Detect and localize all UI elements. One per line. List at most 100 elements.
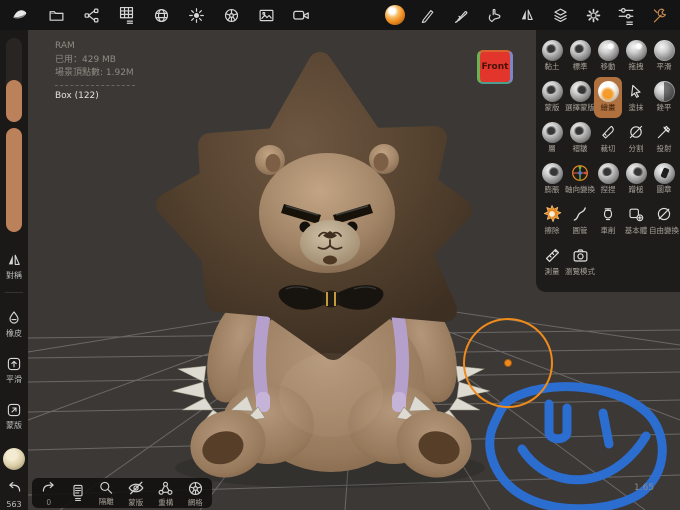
tool-sphere-rough[interactable]: 平滑: [650, 36, 678, 77]
tools-wrench-icon[interactable]: [648, 3, 670, 27]
app-logo-icon[interactable]: [10, 3, 32, 27]
tool-sphere-move[interactable]: 移動: [594, 36, 622, 77]
tool-primitive-glyph[interactable]: 基本體: [622, 200, 650, 241]
left-sidebar: 對稱 橡皮 平滑 蒙版 563: [0, 30, 28, 510]
undo-count: 563: [6, 500, 22, 509]
tool-knife-slash-glyph[interactable]: 分割: [622, 118, 650, 159]
tool-sphere-nudge[interactable]: 蹭槌: [622, 159, 650, 200]
brush-radius-slider[interactable]: [6, 38, 22, 122]
toolbar-right-group: [384, 3, 670, 27]
paint-brush-icon[interactable]: [450, 3, 472, 27]
tool-cursor-glyph[interactable]: 塗抹: [622, 77, 650, 118]
bottom-redo[interactable]: 0: [40, 480, 57, 507]
isolate-icon: [98, 480, 114, 498]
bottom-isolate[interactable]: 隔離: [98, 480, 114, 506]
selected-object-label: Box (122): [55, 90, 99, 101]
tool-sphere-layer[interactable]: 層: [538, 118, 566, 159]
node-graph-icon[interactable]: [80, 3, 102, 27]
layers-icon[interactable]: [549, 3, 571, 27]
tool-sphere-pinch[interactable]: 揑捏: [594, 159, 622, 200]
tool-label: 投射: [656, 144, 672, 153]
sphere-selmask-icon: [569, 79, 591, 103]
sphere-nudge-icon: [625, 161, 647, 185]
tool-lathe-glyph[interactable]: 車削: [594, 200, 622, 241]
sidebar-divider: [5, 292, 23, 293]
sphere-inflate-icon: [541, 161, 563, 185]
environment-icon[interactable]: [220, 3, 242, 27]
pen-icon[interactable]: [417, 3, 439, 27]
sphere-clay-icon: [541, 38, 563, 62]
bottom-label: 網格: [187, 497, 203, 507]
tool-sphere-inflate[interactable]: 膨脹: [538, 159, 566, 200]
tube-glyph-icon: [572, 202, 588, 226]
brush-intensity-slider[interactable]: [6, 128, 22, 232]
grid-scale-label: 1.65: [634, 483, 655, 493]
matcap-sphere-icon: [385, 5, 405, 25]
tool-label: 膨脹: [544, 185, 560, 194]
tool-sphere-crease[interactable]: 褶皺: [566, 118, 594, 159]
tool-sphere-selmask[interactable]: 選擇蒙版: [565, 77, 595, 118]
sphere-flatten-icon: [653, 79, 675, 103]
sidebar-eraser-toggle[interactable]: 橡皮: [0, 310, 28, 338]
tool-sphere-stamp[interactable]: 圖章: [650, 159, 678, 200]
cursor-glyph-icon: [628, 79, 644, 103]
tool-viewmode-glyph[interactable]: 瀏覽模式: [565, 241, 595, 282]
material-ball-icon: [3, 448, 25, 470]
scene-vertices: 場景頂點數: 1.92M: [55, 68, 134, 78]
bottom-wireframe[interactable]: 網格: [187, 480, 204, 507]
sphere-pinch-icon: [597, 161, 619, 185]
sidebar-smooth-toggle[interactable]: 平滑: [0, 356, 28, 384]
folder-icon[interactable]: [45, 3, 67, 27]
primitive-glyph-icon: [628, 202, 644, 226]
bottom-label: 隔離: [98, 497, 114, 506]
tool-sphere-flatten[interactable]: 銼平: [650, 77, 678, 118]
tool-sphere-drag[interactable]: 拖拽: [622, 36, 650, 77]
matcap-sphere-icon[interactable]: [384, 3, 406, 27]
sidebar-mask-toggle[interactable]: 蒙版: [0, 402, 28, 430]
tool-label: 銼平: [656, 103, 672, 112]
camera-icon[interactable]: [290, 3, 312, 27]
tool-gizmo-glyph[interactable]: 軸向變換: [565, 159, 595, 200]
erase-splat-glyph-icon: [542, 202, 562, 226]
tool-label: 揑捏: [600, 185, 616, 194]
undo-icon: [6, 480, 23, 499]
material-sphere-icon[interactable]: [150, 3, 172, 27]
tool-label: 車削: [600, 226, 616, 235]
tool-erase-splat-glyph[interactable]: 擦除: [538, 200, 566, 241]
bottom-toolbar: 0 隔離 蒙版 重構 網格: [32, 478, 212, 508]
bottom-remesh[interactable]: 重構: [157, 480, 174, 507]
tool-sphere-standard[interactable]: 標準: [566, 36, 594, 77]
tool-knife-cross-glyph[interactable]: 投射: [650, 118, 678, 159]
topology-grid-icon[interactable]: [115, 3, 137, 27]
light-icon[interactable]: [185, 3, 207, 27]
view-cube-front[interactable]: Front: [477, 50, 513, 84]
knife-cross-glyph-icon: [656, 120, 672, 144]
tool-label: 選擇蒙版: [565, 103, 595, 112]
remesh-icon: [157, 480, 174, 499]
image-icon[interactable]: [255, 3, 277, 27]
sphere-rough-icon: [653, 38, 675, 62]
tool-sphere-paint[interactable]: 繪畫: [594, 77, 622, 118]
lathe-glyph-icon: [600, 202, 616, 226]
sidebar-symmetry-toggle[interactable]: 對稱: [0, 252, 28, 280]
tool-tube-glyph[interactable]: 圓管: [566, 200, 594, 241]
tool-sphere-clay[interactable]: 黏土: [538, 36, 566, 77]
smooth-box-icon: [6, 356, 22, 374]
bottom-history-panel[interactable]: [70, 483, 86, 503]
gizmo-glyph-icon: [570, 161, 590, 185]
symmetry-icon[interactable]: [516, 3, 538, 27]
scene-stats: RAM 已用：429 MB 場景頂點數: 1.92M Box (122): [55, 40, 135, 103]
tool-ruler-glyph[interactable]: 測量: [538, 241, 566, 282]
sliders-icon[interactable]: [615, 3, 637, 27]
material-ball-button[interactable]: [0, 448, 28, 470]
smudge-hand-icon[interactable]: [483, 3, 505, 27]
tool-label: 測量: [544, 267, 560, 276]
bottom-mask-hidden[interactable]: 蒙版: [127, 479, 145, 507]
undo-button[interactable]: 563: [0, 480, 28, 509]
tool-sphere-mask[interactable]: 蒙版: [538, 77, 566, 118]
tool-freeform-glyph[interactable]: 自由變換: [649, 200, 679, 241]
tool-knife-glyph[interactable]: 裁切: [594, 118, 622, 159]
settings-gear-icon[interactable]: [582, 3, 604, 27]
sculpt-tool-panel: 黏土 標準 移動 拖拽 平滑蒙版 選擇蒙版 繪畫 塗抹 銼平層 褶皺 裁切 分割 投射膨脹 軸向變換 揑捏 蹭…: [536, 30, 680, 292]
tool-label: 軸向變換: [565, 185, 595, 194]
